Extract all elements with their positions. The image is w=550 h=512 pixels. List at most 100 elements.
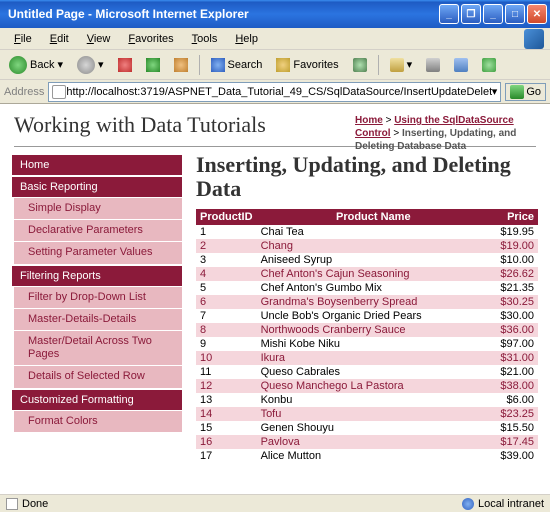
sidebar-item[interactable]: Declarative Parameters	[14, 219, 182, 241]
messenger-icon	[482, 58, 496, 72]
search-button[interactable]: Search	[206, 55, 268, 75]
chevron-down-icon[interactable]: ▾	[492, 85, 498, 98]
done-icon	[6, 498, 18, 510]
cell-price: $97.00	[490, 337, 538, 351]
sidebar-item[interactable]: Simple Display	[14, 197, 182, 219]
cell-price: $15.50	[490, 421, 538, 435]
menu-edit[interactable]: Edit	[42, 31, 77, 47]
home-button[interactable]	[169, 55, 193, 75]
cell-price: $30.00	[490, 309, 538, 323]
forward-button[interactable]: ▾	[72, 53, 109, 77]
breadcrumb-home[interactable]: Home	[355, 115, 383, 126]
print-button[interactable]	[421, 55, 445, 75]
cell-id: 8	[196, 323, 257, 337]
cell-price: $6.00	[490, 393, 538, 407]
restore-button[interactable]: ❐	[461, 4, 481, 24]
mail-button[interactable]: ▾	[385, 55, 418, 75]
stop-button[interactable]	[113, 55, 137, 75]
cell-price: $30.25	[490, 295, 538, 309]
table-row: 14Tofu$23.25	[196, 407, 538, 421]
address-box[interactable]: ▾	[48, 82, 501, 102]
back-button[interactable]: Back ▾	[4, 53, 68, 77]
search-icon	[211, 58, 225, 72]
cell-price: $21.00	[490, 365, 538, 379]
cell-price: $38.00	[490, 379, 538, 393]
maximize-button[interactable]: □	[505, 4, 525, 24]
messenger-button[interactable]	[477, 55, 501, 75]
table-row: 1Chai Tea$19.95	[196, 225, 538, 239]
menu-favorites[interactable]: Favorites	[120, 31, 181, 47]
address-bar: Address ▾ Go	[0, 80, 550, 104]
close-button[interactable]: ✕	[527, 4, 547, 24]
favorites-label: Favorites	[293, 59, 338, 71]
menu-file[interactable]: File	[6, 31, 40, 47]
cell-name: Ikura	[257, 351, 490, 365]
favorites-button[interactable]: Favorites	[271, 55, 343, 75]
forward-icon	[77, 56, 95, 74]
cell-price: $36.00	[490, 323, 538, 337]
status-bar: Done Local intranet	[0, 494, 550, 512]
cell-price: $26.62	[490, 267, 538, 281]
page-icon	[52, 85, 66, 99]
address-label: Address	[4, 86, 44, 98]
col-productid: ProductID	[196, 209, 257, 225]
minimize2-button[interactable]: _	[483, 4, 503, 24]
edit-button[interactable]	[449, 55, 473, 75]
menu-view[interactable]: View	[79, 31, 119, 47]
history-button[interactable]	[348, 55, 372, 75]
cell-name: Genen Shouyu	[257, 421, 490, 435]
cell-name: Queso Manchego La Pastora	[257, 379, 490, 393]
cell-name: Aniseed Syrup	[257, 253, 490, 267]
sidebar-header[interactable]: Customized Formatting	[12, 390, 182, 410]
status-text: Done	[22, 498, 48, 510]
star-icon	[276, 58, 290, 72]
window-titlebar: Untitled Page - Microsoft Internet Explo…	[0, 0, 550, 28]
cell-price: $19.95	[490, 225, 538, 239]
cell-name: Uncle Bob's Organic Dried Pears	[257, 309, 490, 323]
menubar: File Edit View Favorites Tools Help	[0, 28, 550, 50]
cell-price: $10.00	[490, 253, 538, 267]
zone-text: Local intranet	[478, 498, 544, 510]
cell-name: Pavlova	[257, 435, 490, 449]
cell-id: 14	[196, 407, 257, 421]
print-icon	[426, 58, 440, 72]
breadcrumb: Home > Using the SqlDataSource Control >…	[355, 114, 530, 153]
sidebar-header[interactable]: Filtering Reports	[12, 266, 182, 286]
col-price: Price	[490, 209, 538, 225]
chevron-down-icon: ▾	[57, 58, 63, 71]
sidebar-item[interactable]: Setting Parameter Values	[14, 241, 182, 263]
zone-icon	[462, 498, 474, 510]
refresh-button[interactable]	[141, 55, 165, 75]
table-row: 9Mishi Kobe Niku$97.00	[196, 337, 538, 351]
address-input[interactable]	[66, 86, 491, 98]
table-row: 13Konbu$6.00	[196, 393, 538, 407]
sidebar-item[interactable]: Filter by Drop-Down List	[14, 286, 182, 308]
col-productname: Product Name	[257, 209, 490, 225]
minimize-button[interactable]: _	[439, 4, 459, 24]
cell-name: Queso Cabrales	[257, 365, 490, 379]
cell-name: Tofu	[257, 407, 490, 421]
table-row: 5Chef Anton's Gumbo Mix$21.35	[196, 281, 538, 295]
sidebar-header[interactable]: Home	[12, 155, 182, 175]
cell-name: Grandma's Boysenberry Spread	[257, 295, 490, 309]
sidebar-header[interactable]: Basic Reporting	[12, 177, 182, 197]
cell-id: 5	[196, 281, 257, 295]
menu-help[interactable]: Help	[227, 31, 266, 47]
cell-name: Northwoods Cranberry Sauce	[257, 323, 490, 337]
table-row: 10Ikura$31.00	[196, 351, 538, 365]
table-row: 15Genen Shouyu$15.50	[196, 421, 538, 435]
menu-tools[interactable]: Tools	[184, 31, 226, 47]
back-label: Back	[30, 59, 54, 71]
cell-id: 4	[196, 267, 257, 281]
cell-price: $21.35	[490, 281, 538, 295]
history-icon	[353, 58, 367, 72]
sidebar-item[interactable]: Details of Selected Row	[14, 365, 182, 387]
go-button[interactable]: Go	[505, 83, 546, 101]
sidebar-item[interactable]: Master-Details-Details	[14, 308, 182, 330]
sidebar-item[interactable]: Format Colors	[14, 410, 182, 432]
sidebar-item[interactable]: Master/Detail Across Two Pages	[14, 330, 182, 365]
go-label: Go	[526, 86, 541, 98]
back-icon	[9, 56, 27, 74]
cell-price: $23.25	[490, 407, 538, 421]
cell-id: 13	[196, 393, 257, 407]
